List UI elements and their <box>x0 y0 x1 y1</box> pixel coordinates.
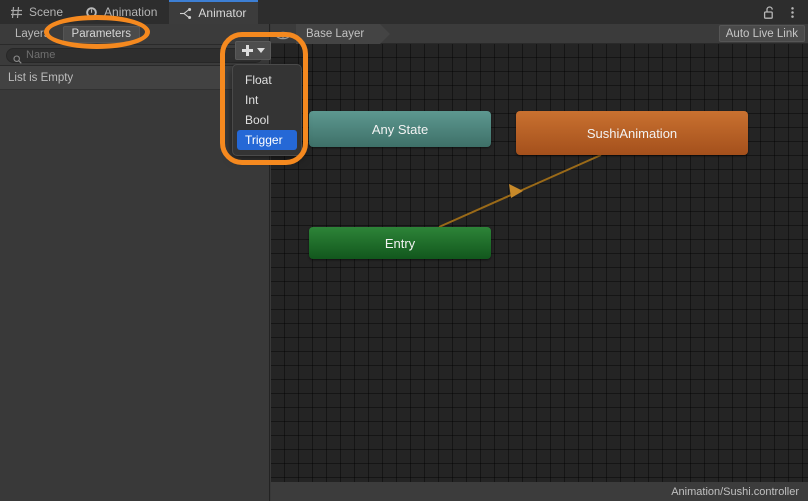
transition-layer <box>438 154 602 228</box>
auto-live-link-label: Auto Live Link <box>725 27 798 40</box>
graph-toolbar: Base Layer Auto Live Link <box>271 24 808 44</box>
tab-animator-label: Animator <box>198 6 247 20</box>
tab-scene-label: Scene <box>29 5 64 19</box>
breadcrumb[interactable]: Base Layer <box>296 24 391 44</box>
state-node-any-state[interactable]: Any State <box>309 111 491 147</box>
animator-graph-canvas[interactable]: Base Layer Auto Live Link Any State Sush… <box>271 24 808 501</box>
state-node-entry[interactable]: Entry <box>309 227 491 259</box>
node-branch-icon <box>179 7 192 20</box>
auto-live-link-button[interactable]: Auto Live Link <box>718 25 805 42</box>
state-node-label: Entry <box>384 235 416 251</box>
empty-list-message: List is Empty <box>8 71 74 84</box>
breadcrumb-label: Base Layer <box>306 27 365 40</box>
annotation-rect-add-parameter-dropdown <box>220 32 308 165</box>
unlocked-padlock-icon[interactable] <box>763 5 776 20</box>
search-icon <box>13 51 22 64</box>
grid-icon <box>10 6 23 19</box>
state-node-sushi-animation[interactable]: SushiAnimation <box>516 111 748 155</box>
window-controls <box>757 0 808 24</box>
status-bar: Animation/Sushi.controller <box>271 482 808 501</box>
unity-animator-window: Scene Animation Animator Layers Paramete… <box>0 0 808 501</box>
search-placeholder: Name <box>26 49 56 61</box>
tab-animator[interactable]: Animator <box>169 0 259 24</box>
kebab-menu-icon[interactable] <box>786 5 799 20</box>
state-node-label: Any State <box>371 121 429 137</box>
state-node-label: SushiAnimation <box>586 125 678 141</box>
annotation-ellipse-parameters-tab <box>44 15 150 49</box>
controller-path-label: Animation/Sushi.controller <box>671 485 799 498</box>
